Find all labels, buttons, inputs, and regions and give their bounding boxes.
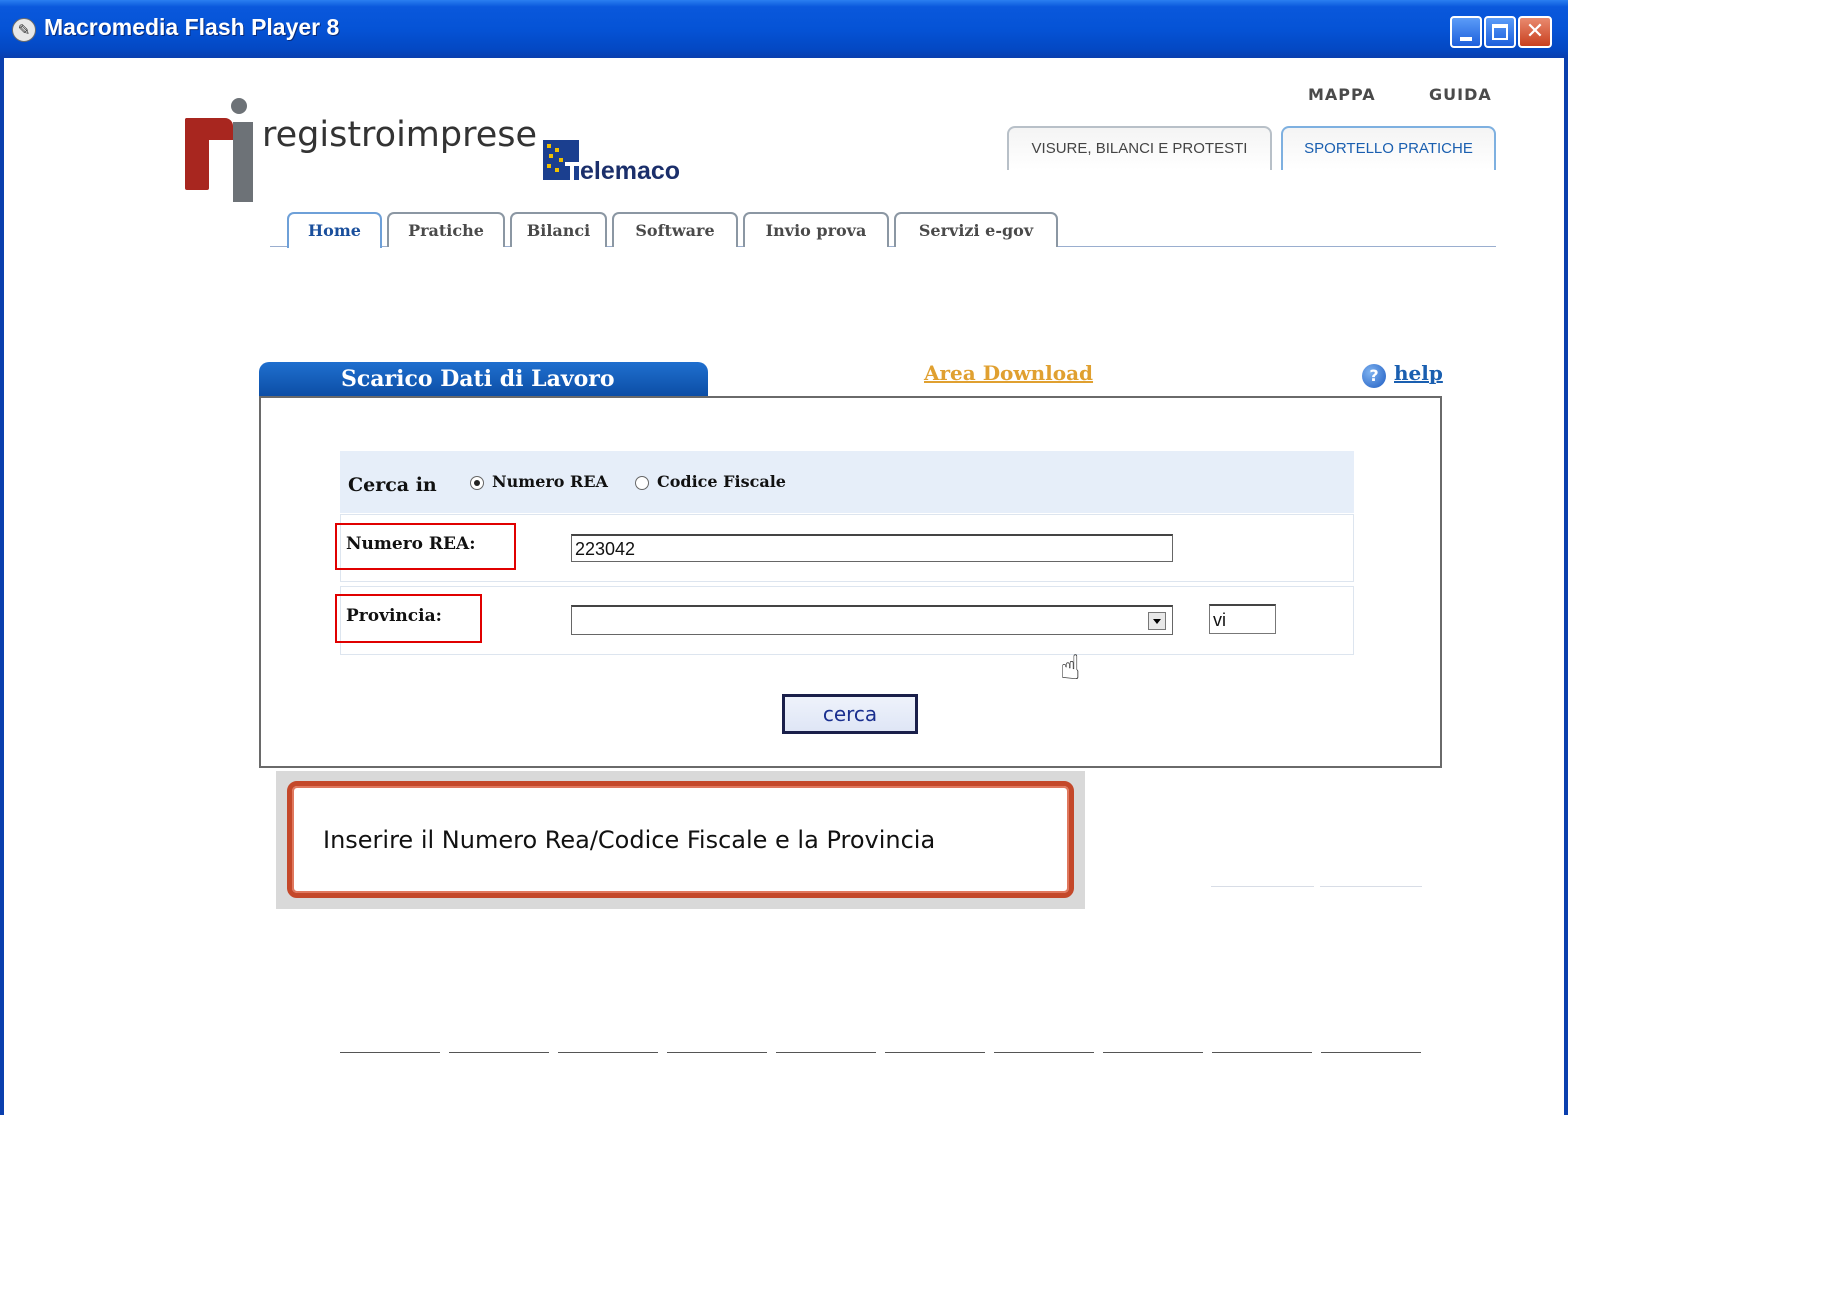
window-title-bar[interactable]: ✎ Macromedia Flash Player 8 ✕ [0, 0, 1568, 58]
numero-rea-label: Numero REA: [346, 534, 476, 554]
divider [667, 1052, 767, 1053]
tab-software[interactable]: Software [612, 212, 738, 247]
panel-title: Scarico Dati di Lavoro [341, 366, 615, 392]
maximize-icon [1486, 18, 1514, 46]
divider [1212, 1052, 1312, 1053]
divider [885, 1052, 985, 1053]
divider [1103, 1052, 1203, 1053]
help-link[interactable]: help [1394, 361, 1443, 385]
tab-invio-prova[interactable]: Invio prova [743, 212, 889, 247]
flash-player-icon: ✎ [12, 18, 36, 42]
cerca-in-label: Cerca in [348, 474, 437, 496]
panel-header-tab: Scarico Dati di Lavoro [259, 362, 708, 398]
maximize-button[interactable] [1484, 16, 1516, 48]
radio-codice-fiscale-label[interactable]: Codice Fiscale [657, 472, 786, 491]
tab-bilanci[interactable]: Bilanci [510, 212, 607, 247]
tab-sportello-pratiche[interactable]: SPORTELLO PRATICHE [1281, 126, 1496, 170]
window-border-left [0, 58, 4, 1115]
telemaco-logo-text: elemaco [580, 157, 681, 185]
minimize-icon [1452, 18, 1480, 46]
help-icon[interactable]: ? [1362, 364, 1386, 388]
tab-visure-bilanci-protesti[interactable]: VISURE, BILANCI E PROTESTI [1007, 126, 1272, 170]
divider [994, 1052, 1094, 1053]
tab-pratiche[interactable]: Pratiche [387, 212, 505, 247]
provincia-code-input[interactable]: vi [1209, 604, 1276, 634]
tab-home[interactable]: Home [287, 212, 382, 248]
close-icon: ✕ [1525, 19, 1545, 44]
close-button[interactable]: ✕ [1518, 16, 1552, 48]
window-border-right [1564, 58, 1568, 1115]
provincia-label: Provincia: [346, 606, 442, 626]
divider [1321, 1052, 1421, 1053]
logo-text: registroimprese [262, 115, 538, 155]
guida-link[interactable]: GUIDA [1429, 85, 1492, 104]
cerca-button[interactable]: cerca [782, 694, 918, 734]
provincia-select[interactable] [571, 605, 1173, 635]
telemaco-logo-icon [543, 140, 579, 180]
divider [776, 1052, 876, 1053]
divider [1211, 886, 1314, 887]
radio-numero-rea-label[interactable]: Numero REA [492, 472, 608, 491]
radio-numero-rea[interactable] [470, 476, 484, 490]
instruction-text: Inserire il Numero Rea/Codice Fiscale e … [323, 826, 936, 854]
divider [340, 1052, 440, 1053]
chevron-down-icon[interactable] [1148, 612, 1166, 630]
mappa-link[interactable]: MAPPA [1308, 85, 1376, 104]
divider [558, 1052, 658, 1053]
minimize-button[interactable] [1450, 16, 1482, 48]
radio-codice-fiscale[interactable] [635, 476, 649, 490]
hand-cursor-icon: ☝ [1060, 648, 1081, 688]
tab-servizi-e-gov[interactable]: Servizi e-gov [894, 212, 1058, 247]
numero-rea-input[interactable]: 223042 [571, 534, 1173, 562]
area-download-link[interactable]: Area Download [924, 361, 1093, 385]
divider [449, 1052, 549, 1053]
divider [1320, 886, 1422, 887]
window-title: Macromedia Flash Player 8 [44, 14, 340, 40]
